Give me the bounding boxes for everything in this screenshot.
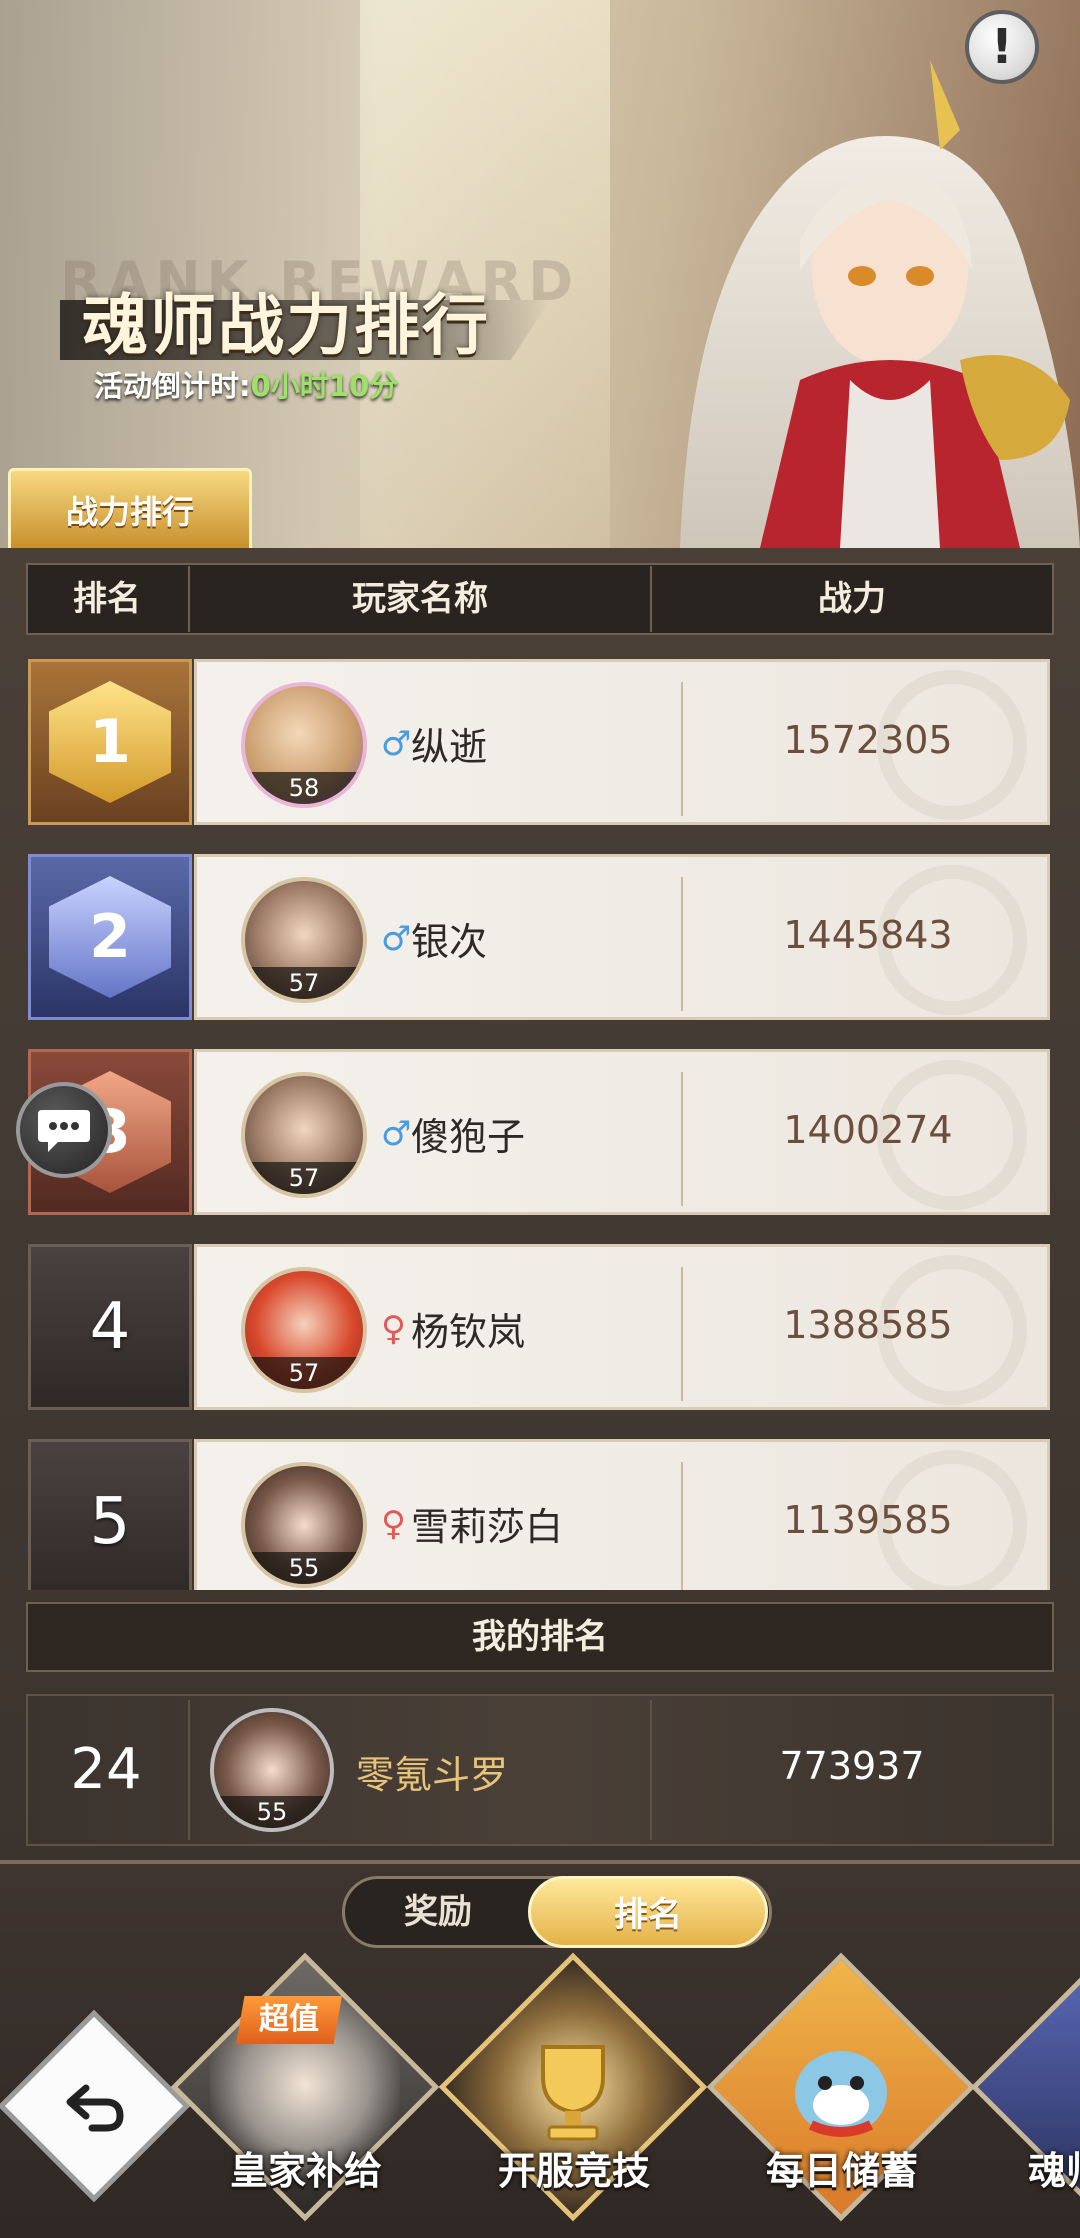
info-button[interactable]: ! bbox=[965, 10, 1039, 84]
rank-number: 5 bbox=[89, 1485, 131, 1559]
table-row[interactable]: 4 57 ♀ 杨钦岚 1388585 bbox=[26, 1240, 1054, 1414]
player-name: 银次 bbox=[411, 920, 488, 964]
event-countdown: 活动倒计时:0小时10分 bbox=[94, 363, 398, 405]
silver-medal-icon: 2 bbox=[49, 876, 171, 998]
chat-button[interactable] bbox=[16, 1082, 112, 1178]
player-power: 1139585 bbox=[783, 1498, 953, 1542]
rank-number: 4 bbox=[89, 1290, 131, 1364]
player-power: 1400274 bbox=[783, 1108, 953, 1152]
player-card: 57 ♂ 银次 1445843 bbox=[194, 854, 1050, 1020]
avatar[interactable]: 55 bbox=[241, 1462, 367, 1588]
player-level: 57 bbox=[245, 1357, 363, 1389]
back-arrow-icon bbox=[66, 2084, 124, 2132]
table-row[interactable]: 3 57 ♂ 傻狍子 1400274 bbox=[26, 1045, 1054, 1219]
rank-number: 1 bbox=[89, 707, 131, 777]
my-avatar[interactable]: 55 bbox=[210, 1708, 334, 1832]
rank-badge-silver: 2 bbox=[28, 854, 192, 1020]
rank-badge-gold: 1 bbox=[28, 659, 192, 825]
hero-character-illustration bbox=[680, 60, 1080, 548]
player-name: 纵逝 bbox=[411, 725, 488, 769]
player-card: 58 ♂ 纵逝 1572305 bbox=[194, 659, 1050, 825]
player-power: 1572305 bbox=[783, 718, 953, 762]
reward-tab-button[interactable]: 奖励 bbox=[348, 1880, 528, 1944]
player-power: 1388585 bbox=[783, 1303, 953, 1347]
female-icon: ♀ bbox=[381, 1309, 406, 1349]
avatar[interactable]: 57 bbox=[241, 1267, 367, 1393]
player-card: 55 ♀ 雪莉莎白 1139585 bbox=[194, 1439, 1050, 1590]
tab-power-ranking[interactable]: 战力排行 bbox=[8, 468, 252, 548]
player-level: 57 bbox=[245, 967, 363, 999]
column-divider bbox=[188, 1700, 190, 1840]
header-power: 战力 bbox=[818, 579, 886, 619]
player-name: 雪莉莎白 bbox=[411, 1505, 564, 1549]
page-title: 魂师战力排行 bbox=[82, 286, 490, 364]
my-rank-number: 24 bbox=[70, 1737, 142, 1802]
player-power: 1445843 bbox=[783, 913, 953, 957]
ranking-list[interactable]: 1 58 ♂ 纵逝 1572305 2 57 ♂ 银次 1445843 57 ♂… bbox=[26, 655, 1054, 1590]
player-level: 57 bbox=[245, 1162, 363, 1194]
table-row[interactable]: 2 57 ♂ 银次 1445843 bbox=[26, 850, 1054, 1024]
header-player-name: 玩家名称 bbox=[352, 579, 488, 619]
gold-medal-icon: 1 bbox=[49, 681, 171, 803]
player-name: 傻狍子 bbox=[411, 1115, 526, 1159]
nav-label: 魂师 bbox=[1028, 2149, 1080, 2193]
countdown-value: 0小时10分 bbox=[250, 369, 399, 403]
chat-bubble-icon bbox=[38, 1110, 90, 1152]
rank-badge: 5 bbox=[28, 1439, 192, 1590]
male-icon: ♂ bbox=[381, 1114, 412, 1154]
my-player-name: 零氪斗罗 bbox=[356, 1753, 509, 1797]
avatar[interactable]: 58 bbox=[241, 682, 367, 808]
event-banner: RANK REWARD 魂师战力排行 活动倒计时:0小时10分 ! bbox=[0, 0, 1080, 548]
female-icon: ♀ bbox=[381, 1504, 406, 1544]
table-row[interactable]: 5 55 ♀ 雪莉莎白 1139585 bbox=[26, 1435, 1054, 1590]
male-icon: ♂ bbox=[381, 919, 412, 959]
countdown-label: 活动倒计时: bbox=[94, 369, 251, 403]
my-rank-header: 我的排名 bbox=[26, 1602, 1054, 1672]
avatar[interactable]: 57 bbox=[241, 877, 367, 1003]
nav-label: 每日储蓄 bbox=[765, 2149, 918, 2193]
rank-badge: 4 bbox=[28, 1244, 192, 1410]
table-row[interactable]: 1 58 ♂ 纵逝 1572305 bbox=[26, 655, 1054, 829]
avatar[interactable]: 57 bbox=[241, 1072, 367, 1198]
player-name: 杨钦岚 bbox=[411, 1310, 526, 1354]
rank-number: 2 bbox=[89, 902, 131, 972]
nav-label: 开服竞技 bbox=[497, 2149, 650, 2193]
player-level: 58 bbox=[245, 772, 363, 804]
my-level: 55 bbox=[214, 1796, 330, 1828]
male-icon: ♂ bbox=[381, 724, 412, 764]
rank-tab-button[interactable]: 排名 bbox=[528, 1876, 768, 1948]
my-power: 773937 bbox=[779, 1744, 925, 1788]
super-value-badge: 超值 bbox=[236, 1996, 342, 2044]
header-rank: 排名 bbox=[73, 579, 141, 619]
player-card: 57 ♀ 杨钦岚 1388585 bbox=[194, 1244, 1050, 1410]
player-level: 55 bbox=[245, 1552, 363, 1584]
nav-label: 皇家补给 bbox=[229, 2149, 382, 2193]
player-card: 57 ♂ 傻狍子 1400274 bbox=[194, 1049, 1050, 1215]
